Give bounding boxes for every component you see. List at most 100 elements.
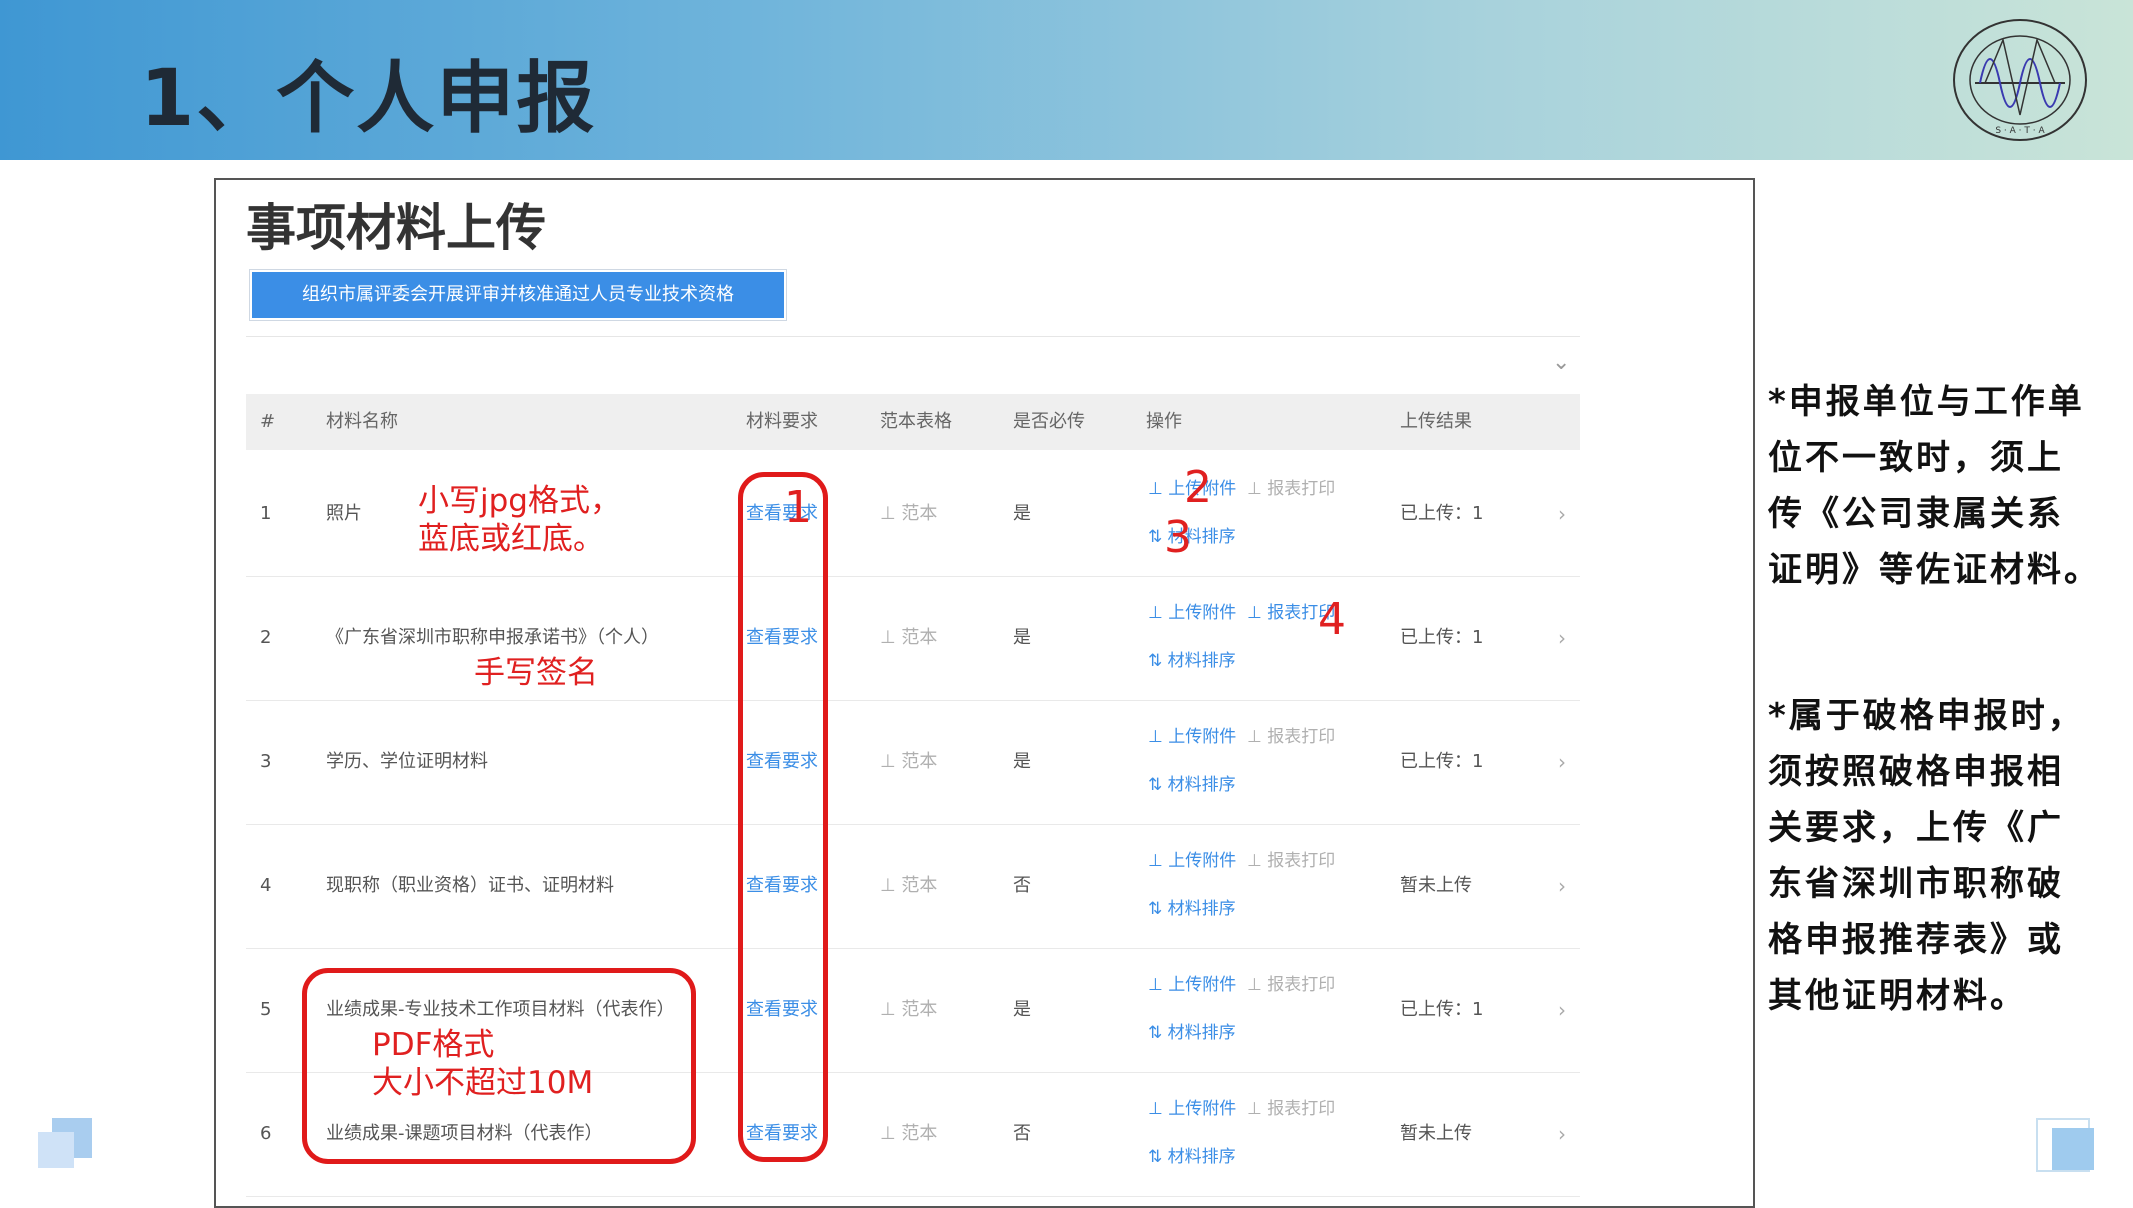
sort-icon: ⇅ [1148, 899, 1168, 919]
print-report-button[interactable]: 报表打印 [1267, 727, 1335, 747]
upload-icon: ⊥ [1148, 603, 1169, 623]
sort-materials-button[interactable]: 材料排序 [1168, 775, 1236, 795]
download-icon: ⊥ [1241, 1099, 1268, 1119]
annotation-pdf-format: PDF格式 [372, 1027, 495, 1063]
annotation-handwritten-sign: 手写签名 [474, 655, 598, 691]
note-line: 传《公司隶属关系 [1768, 494, 2064, 534]
table-row: 3 学历、学位证明材料 查看要求 ⊥ 范本 是 ⊥ 上传附件 ⊥ 报表打印 ⇅ … [246, 700, 1580, 825]
sort-materials-button[interactable]: 材料排序 [1168, 651, 1236, 671]
sort-materials-button[interactable]: 材料排序 [1168, 1023, 1236, 1043]
col-ops: 操作 [1146, 411, 1182, 432]
col-no: # [260, 411, 276, 432]
print-report-button[interactable]: 报表打印 [1267, 1099, 1335, 1119]
annotation-photo-format: 小写jpg格式， [418, 483, 621, 519]
sort-materials-button[interactable]: 材料排序 [1168, 1147, 1236, 1167]
row-no: 2 [260, 627, 272, 648]
row-required: 是 [1013, 999, 1031, 1020]
highlight-requirements-column [738, 472, 828, 1162]
upload-icon: ⊥ [1148, 851, 1169, 871]
row-name: 现职称（职业资格）证书、证明材料 [326, 875, 614, 896]
table-header: # 材料名称 材料要求 范本表格 是否必传 操作 上传结果 [246, 394, 1580, 450]
col-name: 材料名称 [326, 411, 398, 432]
decor-square [38, 1132, 74, 1168]
sample-download-link[interactable]: ⊥ 范本 [880, 576, 937, 700]
chevron-down-icon[interactable]: ⌄ [1552, 350, 1570, 375]
download-icon: ⊥ [1241, 479, 1268, 499]
chevron-right-icon[interactable]: › [1558, 700, 1566, 824]
col-result: 上传结果 [1400, 411, 1472, 432]
sort-materials-button[interactable]: 材料排序 [1168, 899, 1236, 919]
row-no: 1 [260, 503, 272, 524]
col-required: 是否必传 [1013, 411, 1085, 432]
upload-icon: ⊥ [1148, 727, 1169, 747]
print-report-button[interactable]: 报表打印 [1267, 975, 1335, 995]
sample-download-link[interactable]: ⊥ 范本 [880, 948, 937, 1072]
chevron-right-icon[interactable]: › [1558, 948, 1566, 1072]
table-row: 4 现职称（职业资格）证书、证明材料 查看要求 ⊥ 范本 否 ⊥ 上传附件 ⊥ … [246, 824, 1580, 949]
row-required: 是 [1013, 503, 1031, 524]
upload-attachment-button[interactable]: 上传附件 [1168, 1099, 1236, 1119]
chevron-right-icon[interactable]: › [1558, 576, 1566, 700]
row-required: 否 [1013, 1123, 1031, 1144]
upload-result: 已上传：1 [1400, 751, 1484, 772]
sample-download-link[interactable]: ⊥ 范本 [880, 1072, 937, 1196]
sort-icon: ⇅ [1148, 1147, 1168, 1167]
row-required: 否 [1013, 875, 1031, 896]
annotation-number-1: 1 [784, 482, 812, 533]
sample-download-link[interactable]: ⊥ 范本 [880, 700, 937, 824]
upload-attachment-button[interactable]: 上传附件 [1168, 975, 1236, 995]
sata-logo: S · A · T · A [1953, 19, 2087, 141]
upload-screenshot: 事项材料上传 组织市属评委会开展评审并核准通过人员专业技术资格 ⌄ # 材料名称… [214, 178, 1755, 1208]
row-required: 是 [1013, 751, 1031, 772]
upload-result: 暂未上传 [1400, 875, 1472, 896]
note-line: 须按照破格申报相 [1768, 752, 2064, 792]
row-name: 照片 [326, 503, 362, 524]
decor-square [2052, 1128, 2094, 1170]
note-line: *属于破格申报时， [1768, 696, 2085, 736]
annotation-number-4: 4 [1318, 594, 1346, 645]
annotation-number-3: 3 [1164, 512, 1192, 563]
sample-download-link[interactable]: ⊥ 范本 [880, 452, 937, 576]
upload-attachment-button[interactable]: 上传附件 [1168, 603, 1236, 623]
slide-title: 1、个人申报 [140, 54, 597, 144]
svg-text:S · A · T · A: S · A · T · A [1995, 126, 2045, 136]
upload-result: 已上传：1 [1400, 503, 1484, 524]
table-row: 2 《广东省深圳市职称申报承诺书》（个人） 查看要求 ⊥ 范本 是 ⊥ 上传附件… [246, 576, 1580, 701]
row-no: 3 [260, 751, 272, 772]
upload-attachment-button[interactable]: 上传附件 [1168, 727, 1236, 747]
download-icon: ⊥ [1241, 603, 1268, 623]
note-line: *申报单位与工作单 [1768, 382, 2085, 422]
col-sample: 范本表格 [880, 411, 952, 432]
upload-icon: ⊥ [1148, 975, 1169, 995]
upload-result: 已上传：1 [1400, 627, 1484, 648]
sort-icon: ⇅ [1148, 1023, 1168, 1043]
annotation-number-2: 2 [1184, 462, 1212, 513]
chevron-right-icon[interactable]: › [1558, 1072, 1566, 1196]
upload-attachment-button[interactable]: 上传附件 [1168, 851, 1236, 871]
side-note-exceptional-application: *属于破格申报时， 须按照破格申报相 关要求，上传《广 东省深圳市职称破 格申报… [1768, 688, 2085, 1024]
sample-download-link[interactable]: ⊥ 范本 [880, 824, 937, 948]
row-required: 是 [1013, 627, 1031, 648]
print-report-button[interactable]: 报表打印 [1267, 479, 1335, 499]
chevron-right-icon[interactable]: › [1558, 824, 1566, 948]
chevron-right-icon[interactable]: › [1558, 452, 1566, 576]
tab-qualification-review[interactable]: 组织市属评委会开展评审并核准通过人员专业技术资格 [249, 269, 787, 321]
row-no: 4 [260, 875, 272, 896]
download-icon: ⊥ [1241, 975, 1268, 995]
col-req: 材料要求 [746, 411, 818, 432]
side-note-unit-mismatch: *申报单位与工作单 位不一致时，须上 传《公司隶属关系 证明》等佐证材料。 [1768, 374, 2101, 598]
download-icon: ⊥ [1241, 851, 1268, 871]
print-report-button[interactable]: 报表打印 [1267, 851, 1335, 871]
row-no: 5 [260, 999, 272, 1020]
divider [246, 336, 1580, 337]
row-name: 学历、学位证明材料 [326, 751, 488, 772]
page-title: 事项材料上传 [246, 199, 546, 257]
annotation-photo-bg: 蓝底或红底。 [418, 521, 604, 557]
note-line: 东省深圳市职称破 [1768, 864, 2064, 904]
download-icon: ⊥ [1241, 727, 1268, 747]
note-line: 格申报推荐表》或 [1768, 920, 2064, 960]
upload-icon: ⊥ [1148, 479, 1169, 499]
upload-result: 已上传：1 [1400, 999, 1484, 1020]
sort-icon: ⇅ [1148, 775, 1168, 795]
sort-icon: ⇅ [1148, 651, 1168, 671]
